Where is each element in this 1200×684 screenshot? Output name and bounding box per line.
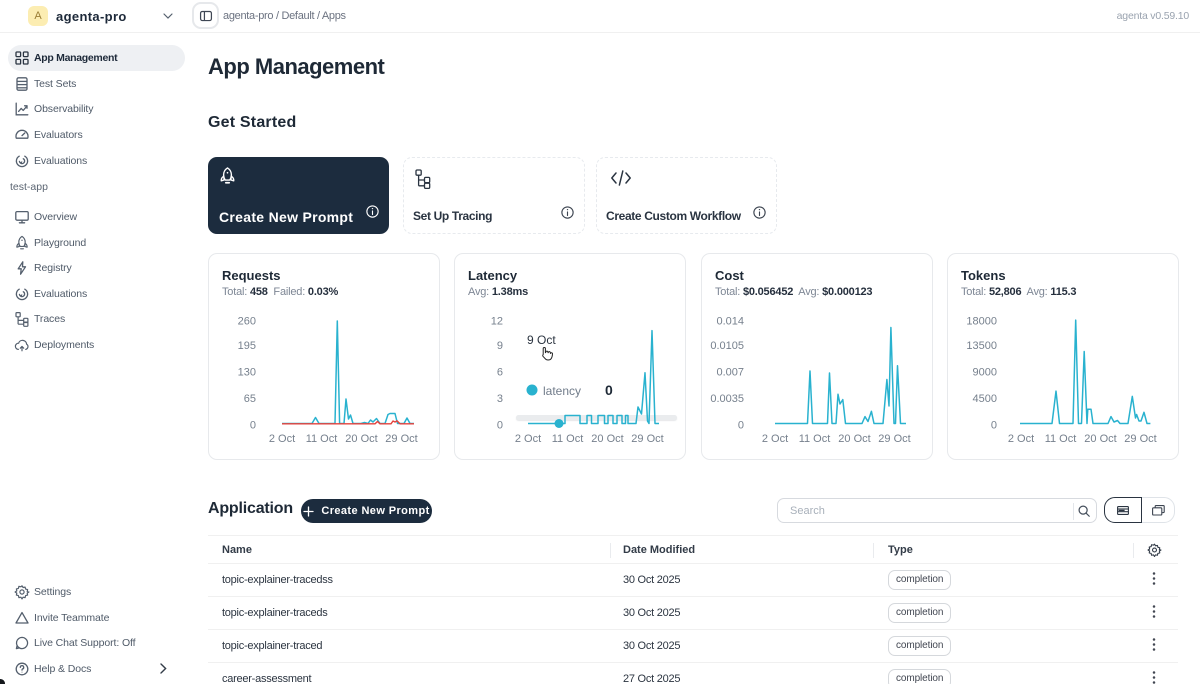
svg-text:260: 260 [238,316,256,328]
svg-text:0.0105: 0.0105 [710,340,744,352]
svg-text:20 Oct: 20 Oct [591,433,623,445]
svg-text:29 Oct: 29 Oct [1124,433,1156,445]
svg-text:29 Oct: 29 Oct [385,433,417,445]
svg-text:13500: 13500 [966,340,997,352]
svg-text:20 Oct: 20 Oct [1084,433,1116,445]
svg-text:18000: 18000 [966,316,997,328]
svg-text:9000: 9000 [973,367,997,379]
svg-text:0: 0 [738,420,744,432]
svg-text:4500: 4500 [973,393,997,405]
svg-text:11 Oct: 11 Oct [799,433,831,445]
svg-text:29 Oct: 29 Oct [878,433,910,445]
svg-text:0: 0 [497,420,503,432]
svg-text:0.014: 0.014 [716,316,744,328]
svg-text:20 Oct: 20 Oct [838,433,870,445]
svg-text:2 Oct: 2 Oct [515,433,541,445]
svg-text:2 Oct: 2 Oct [762,433,788,445]
svg-text:65: 65 [244,393,256,405]
svg-text:0.0035: 0.0035 [710,393,744,405]
svg-text:29 Oct: 29 Oct [631,433,663,445]
svg-text:12: 12 [491,316,503,328]
svg-text:11 Oct: 11 Oct [1045,433,1077,445]
svg-text:20 Oct: 20 Oct [345,433,377,445]
svg-text:2 Oct: 2 Oct [1008,433,1034,445]
svg-text:195: 195 [238,340,256,352]
svg-text:11 Oct: 11 Oct [306,433,338,445]
svg-text:0.007: 0.007 [716,367,744,379]
svg-text:130: 130 [238,367,256,379]
svg-text:0: 0 [991,420,997,432]
svg-text:6: 6 [497,367,503,379]
svg-text:11 Oct: 11 Oct [552,433,584,445]
svg-text:9: 9 [497,340,503,352]
svg-text:0: 0 [250,420,256,432]
svg-text:3: 3 [497,393,503,405]
svg-text:2 Oct: 2 Oct [269,433,295,445]
